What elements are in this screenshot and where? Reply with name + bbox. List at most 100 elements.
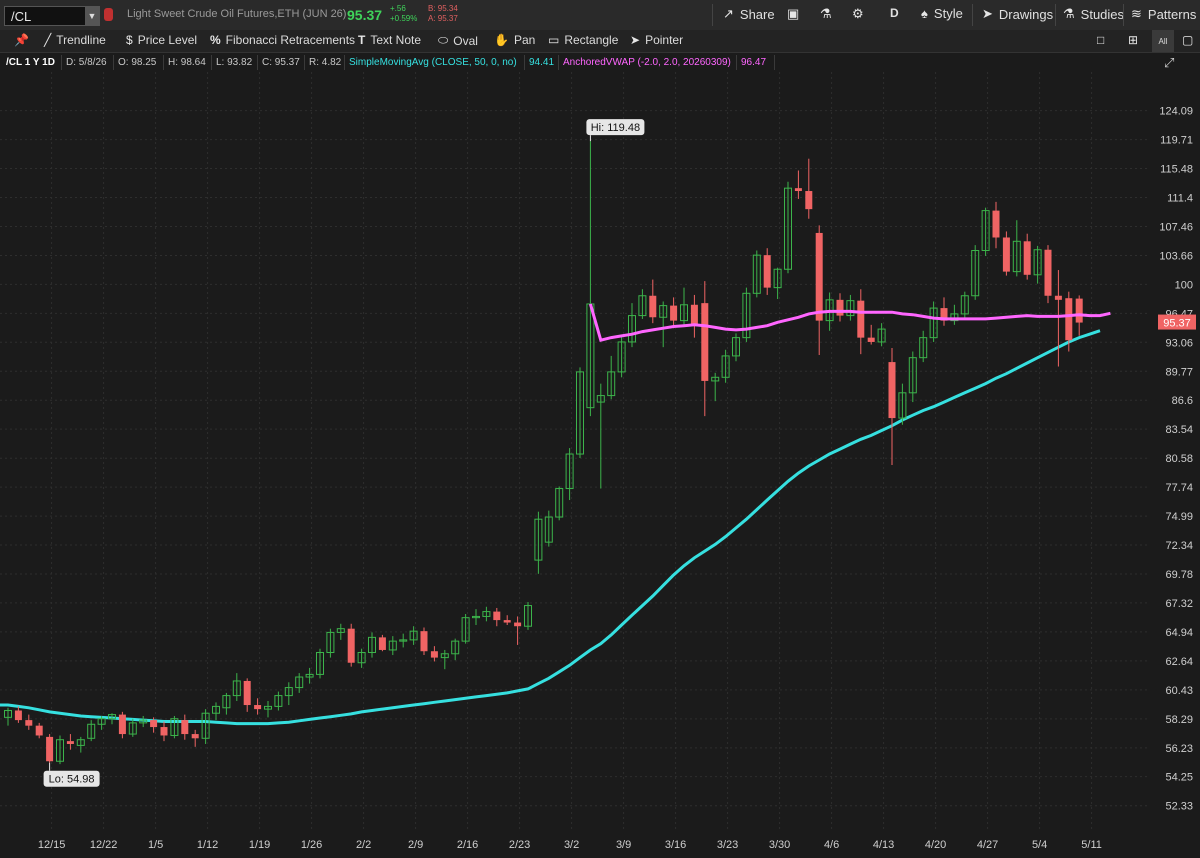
- fibonacci-tool[interactable]: % Fibonacci Retracements: [210, 33, 355, 47]
- sma-label[interactable]: SimpleMovingAvg (CLOSE, 50, 0, no): [345, 55, 525, 70]
- time-tick-label: 4/13: [873, 839, 894, 851]
- flask-icon: ⚗: [1063, 6, 1075, 21]
- period-label: D: [890, 6, 899, 20]
- price-tick-label: 93.06: [1165, 337, 1193, 349]
- price-tick-label: 62.64: [1165, 656, 1193, 668]
- price-level-tool[interactable]: $ Price Level: [126, 33, 197, 47]
- price-tick-label: 119.71: [1160, 135, 1193, 147]
- text-note-tool[interactable]: T Text Note: [358, 33, 421, 47]
- candle-body: [690, 304, 698, 325]
- candle-body: [514, 622, 522, 627]
- text-icon: T: [358, 33, 366, 47]
- price-tick-label: 64.94: [1165, 627, 1193, 639]
- style-label: Style: [933, 6, 963, 21]
- drawings-label: Drawings: [998, 6, 1054, 22]
- chart-title: /CL 1 Y 1D: [2, 55, 62, 70]
- price-tick-label: 54.25: [1165, 772, 1193, 784]
- hand-icon: ✋: [494, 33, 509, 47]
- maximize-button[interactable]: ▢: [1182, 33, 1193, 47]
- low-label: Lo: 54.98: [49, 774, 95, 786]
- top-toolbar: /CL ▼ Light Sweet Crude Oil Futures,ETH …: [0, 0, 1200, 31]
- candle-body: [867, 337, 875, 342]
- candle-body: [1054, 295, 1062, 300]
- candle-body: [857, 300, 865, 338]
- drawings-button[interactable]: ➤ Drawings: [982, 6, 1053, 22]
- time-tick-label: 2/9: [408, 839, 423, 851]
- candle-body: [493, 611, 501, 621]
- change-value: +.56: [390, 4, 406, 13]
- divider: [1055, 4, 1056, 26]
- chevron-down-icon[interactable]: ▼: [85, 7, 99, 25]
- all-label: All: [1158, 36, 1168, 46]
- pin-button[interactable]: 📌: [14, 33, 29, 47]
- share-label: Share: [739, 6, 775, 22]
- price-tick-label: 60.43: [1165, 685, 1193, 697]
- single-layout-button[interactable]: □: [1097, 33, 1104, 47]
- trendline-icon: ╱: [44, 33, 52, 47]
- aggregation-period-button[interactable]: D: [890, 6, 899, 20]
- candle-body: [503, 620, 511, 623]
- share-button[interactable]: ↗ Share: [723, 6, 775, 22]
- style-icon: ♠: [921, 6, 928, 21]
- alert-icon[interactable]: [104, 8, 113, 21]
- patterns-label: Patterns: [1147, 6, 1197, 22]
- candle-body: [160, 727, 168, 736]
- rectangle-label: Rectangle: [564, 33, 619, 47]
- price-tick-label: 67.32: [1165, 598, 1193, 610]
- candle-body: [763, 255, 771, 288]
- price-tick-label: 58.29: [1165, 714, 1193, 726]
- oval-icon: ⬭: [438, 33, 449, 47]
- oval-tool[interactable]: ⬭ Oval: [438, 33, 478, 48]
- price-level-label: Price Level: [137, 33, 198, 47]
- price-tick-label: 83.54: [1165, 424, 1193, 436]
- time-tick-label: 4/20: [925, 839, 946, 851]
- rectangle-tool[interactable]: ▭ Rectangle: [548, 33, 618, 47]
- price-tick-label: 124.09: [1159, 106, 1193, 118]
- last-price-tag-label: 95.37: [1163, 318, 1191, 330]
- time-tick-label: 3/16: [665, 839, 686, 851]
- time-tick-label: 3/9: [616, 839, 631, 851]
- symbol-selector[interactable]: /CL ▼: [4, 6, 100, 26]
- close-value: C: 95.37: [258, 55, 305, 70]
- candle-body: [191, 734, 199, 739]
- all-button[interactable]: All: [1152, 30, 1174, 52]
- candle-body: [1075, 298, 1083, 323]
- candle-body: [888, 362, 896, 419]
- grid-layout-button[interactable]: ⊞: [1128, 33, 1138, 47]
- price-chart[interactable]: 124.09 119.71 115.48 111.4 107.46 103.66 100 96…: [0, 72, 1200, 853]
- divider: [1123, 4, 1124, 26]
- flask-icon: ⚗: [820, 6, 832, 21]
- quote-button[interactable]: ▣: [787, 6, 799, 22]
- instrument-description: Light Sweet Crude Oil Futures,ETH (JUN 2…: [127, 8, 347, 20]
- price-tick-label: 74.99: [1165, 511, 1193, 523]
- fibonacci-label: Fibonacci Retracements: [225, 33, 356, 47]
- candle-body: [992, 210, 1000, 238]
- pan-label: Pan: [513, 33, 536, 47]
- candle-body: [46, 736, 54, 762]
- price-tick-label: 77.74: [1165, 482, 1193, 494]
- time-tick-label: 12/15: [38, 839, 66, 851]
- vwap-label[interactable]: AnchoredVWAP (-2.0, 2.0, 20260309): [559, 55, 737, 70]
- candle-body: [243, 680, 251, 706]
- collapse-icon[interactable]: ⤢: [1164, 55, 1174, 71]
- settings-button[interactable]: ⚙: [852, 6, 864, 22]
- candle-body: [670, 305, 678, 321]
- price-tick-label: 72.34: [1165, 540, 1193, 552]
- flask-button[interactable]: ⚗: [820, 6, 832, 22]
- candle-body: [25, 720, 33, 726]
- divider: [972, 4, 973, 26]
- candle-body: [701, 303, 709, 381]
- trendline-tool[interactable]: ╱ Trendline: [44, 33, 106, 47]
- time-tick-label: 1/26: [301, 839, 322, 851]
- bar-date: D: 5/8/26: [62, 55, 114, 70]
- pan-tool[interactable]: ✋ Pan: [494, 33, 535, 47]
- chart-canvas[interactable]: 124.09119.71115.48111.4107.46103.6610096…: [0, 72, 1200, 853]
- studies-button[interactable]: ⚗ Studies: [1063, 6, 1124, 22]
- time-axis[interactable]: 12/15 12/22 1/5 1/12 1/19 1/26 2/2 2/9 2/16 2/23 3…: [38, 839, 1102, 851]
- style-button[interactable]: ♠ Style: [921, 6, 963, 21]
- candle-body: [254, 705, 262, 710]
- square-icon: □: [1097, 33, 1105, 47]
- open-value: O: 98.25: [114, 55, 164, 70]
- pointer-tool[interactable]: ➤ Pointer: [630, 33, 683, 47]
- patterns-button[interactable]: ≋ Patterns: [1131, 6, 1196, 22]
